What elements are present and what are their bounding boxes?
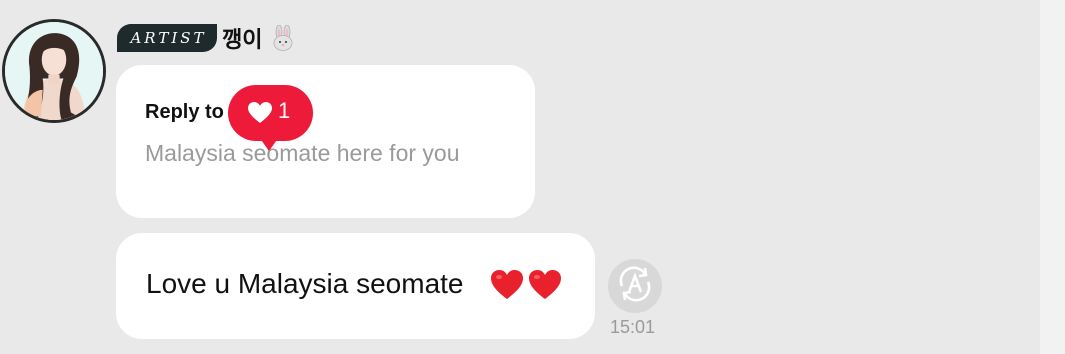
message-text: Love u Malaysia seomate bbox=[146, 268, 464, 299]
like-count: 1 bbox=[278, 98, 291, 123]
reply-label: Reply to bbox=[145, 101, 224, 123]
artist-avatar[interactable] bbox=[2, 19, 106, 123]
heart-icon bbox=[247, 101, 273, 130]
avatar-photo bbox=[5, 22, 103, 120]
translate-button[interactable] bbox=[608, 259, 662, 313]
rabbit-icon bbox=[271, 24, 295, 56]
reply-quote-text: Malaysia seomate here for you bbox=[145, 140, 460, 166]
message-timestamp: 15:01 bbox=[610, 317, 656, 337]
red-heart-icons bbox=[489, 268, 565, 307]
translate-icon bbox=[615, 264, 655, 309]
artist-name[interactable]: 깽이 bbox=[222, 22, 262, 54]
like-badge-tail bbox=[259, 137, 279, 151]
artist-badge: ARTIST bbox=[117, 24, 217, 52]
side-panel-edge bbox=[1040, 0, 1065, 354]
